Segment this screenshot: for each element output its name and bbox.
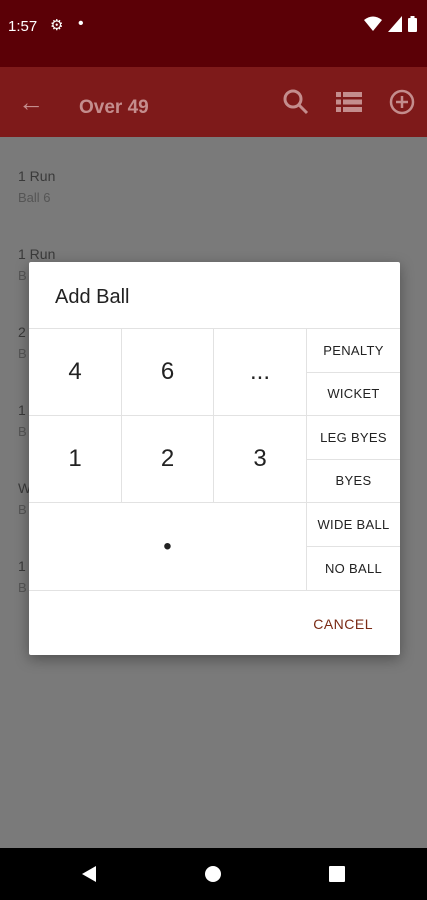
page-title: Over 49 xyxy=(79,97,149,118)
list-item-subtitle: B xyxy=(18,346,27,361)
list-item-title: 1 Run xyxy=(18,168,56,184)
back-arrow-icon[interactable]: ← xyxy=(18,87,44,118)
list-item-title: 1 xyxy=(18,558,26,574)
no-ball-button[interactable]: NO BALL xyxy=(307,547,400,591)
penalty-button[interactable]: PENALTY xyxy=(307,329,400,373)
ball-keypad: 4 6 ... 1 2 3 • PENALTY WICKET LEG BYES … xyxy=(29,328,400,591)
app-bar: ← Over 49 xyxy=(0,67,427,137)
status-time: 1:57 xyxy=(8,18,38,35)
list-item-title: 2 xyxy=(18,324,26,340)
status-dot: • xyxy=(78,15,84,32)
list-item[interactable]: 1 B xyxy=(18,402,27,439)
status-bar: 1:57 ⚙ • xyxy=(0,0,427,67)
byes-button[interactable]: BYES xyxy=(307,460,400,503)
list-item-subtitle: Ball 6 xyxy=(18,190,51,205)
list-item-title: 1 Run xyxy=(18,246,56,262)
list-item[interactable]: 2 B xyxy=(18,324,27,361)
battery-icon xyxy=(408,16,417,32)
more-runs-button[interactable]: ... xyxy=(214,329,307,416)
back-nav-icon[interactable] xyxy=(80,865,98,883)
list-item-title: 1 xyxy=(18,402,26,418)
wicket-button[interactable]: WICKET xyxy=(307,373,400,416)
leg-byes-button[interactable]: LEG BYES xyxy=(307,416,400,460)
wide-ball-button[interactable]: WIDE BALL xyxy=(307,503,400,547)
list-item-subtitle: B xyxy=(18,424,27,439)
list-item[interactable]: 1 B xyxy=(18,558,27,595)
run-1-button[interactable]: 1 xyxy=(29,416,122,503)
signal-icon xyxy=(388,16,402,32)
add-circle-icon[interactable] xyxy=(389,89,415,115)
run-3-button[interactable]: 3 xyxy=(214,416,307,503)
list-item-subtitle: B xyxy=(18,580,27,595)
recents-nav-icon[interactable] xyxy=(328,865,346,883)
run-2-button[interactable]: 2 xyxy=(122,416,214,503)
cancel-button[interactable]: CANCEL xyxy=(313,616,373,632)
dot-ball-button[interactable]: • xyxy=(29,503,307,590)
add-ball-dialog: Add Ball 4 6 ... 1 2 3 • PENALTY WICKET … xyxy=(29,262,400,655)
settings-gear-icon: ⚙ xyxy=(50,17,64,34)
run-4-button[interactable]: 4 xyxy=(29,329,122,416)
list-view-icon[interactable] xyxy=(336,89,362,115)
wifi-icon xyxy=(364,16,382,31)
search-icon[interactable] xyxy=(283,89,309,115)
navigation-bar xyxy=(0,848,427,900)
home-nav-icon[interactable] xyxy=(204,865,222,883)
run-6-button[interactable]: 6 xyxy=(122,329,214,416)
dialog-title: Add Ball xyxy=(55,286,130,308)
system-icons xyxy=(364,16,417,32)
list-item[interactable]: 1 Run Ball 6 xyxy=(18,168,55,205)
